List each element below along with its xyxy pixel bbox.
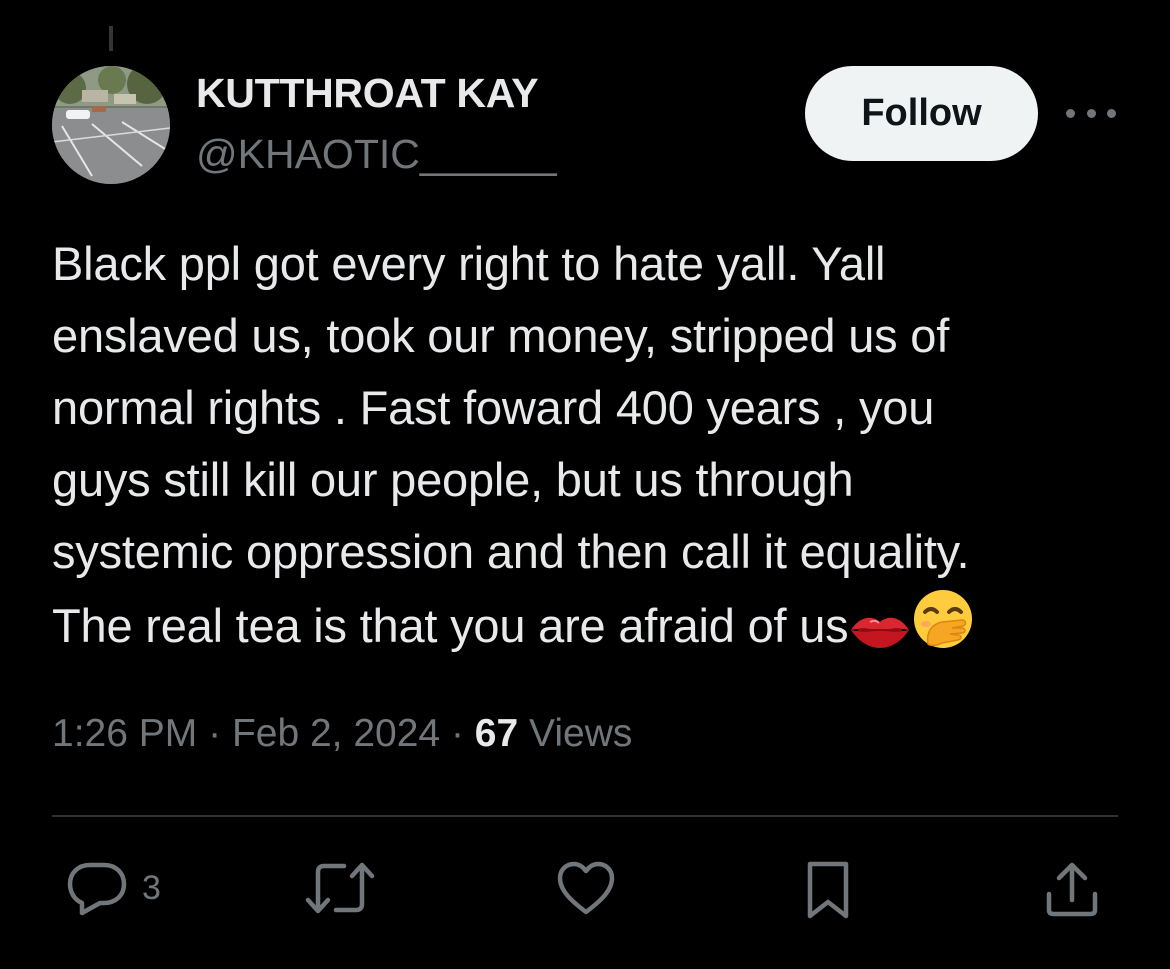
retweet-icon <box>304 860 376 916</box>
views-label: Views <box>529 712 633 755</box>
reply-count: 3 <box>142 868 161 907</box>
views-count: 67 <box>474 712 519 755</box>
share-button[interactable] <box>1044 860 1100 918</box>
like-icon <box>556 860 616 916</box>
more-options-icon[interactable] <box>1066 102 1116 124</box>
thread-connector-line <box>109 26 113 51</box>
follow-button[interactable]: Follow <box>805 66 1038 161</box>
author-handle[interactable]: @KHAOTIC______ <box>196 131 557 178</box>
divider <box>52 815 1118 817</box>
reply-icon <box>66 860 128 916</box>
author-display-name[interactable]: KUTTHROAT KAY <box>196 70 539 117</box>
meta-separator: · <box>208 712 222 755</box>
like-button[interactable] <box>556 860 616 916</box>
share-icon <box>1044 860 1100 918</box>
bookmark-icon <box>804 860 852 920</box>
kiss-mark-emoji <box>848 598 912 670</box>
tweet-date[interactable]: Feb 2, 2024 <box>232 712 440 755</box>
face-with-hand-over-mouth-emoji <box>912 588 974 670</box>
bookmark-button[interactable] <box>804 860 852 920</box>
tweet-time[interactable]: 1:26 PM <box>52 712 197 755</box>
avatar[interactable] <box>52 66 170 184</box>
tweet-meta: 1:26 PM · Feb 2, 2024 · 67 Views <box>52 712 632 756</box>
retweet-button[interactable] <box>304 860 376 916</box>
reply-button[interactable]: 3 <box>66 860 161 916</box>
meta-separator: · <box>450 712 464 755</box>
tweet-text: Black ppl got every right to hate yall. … <box>52 228 1142 670</box>
tweet-body: Black ppl got every right to hate yall. … <box>52 237 970 652</box>
